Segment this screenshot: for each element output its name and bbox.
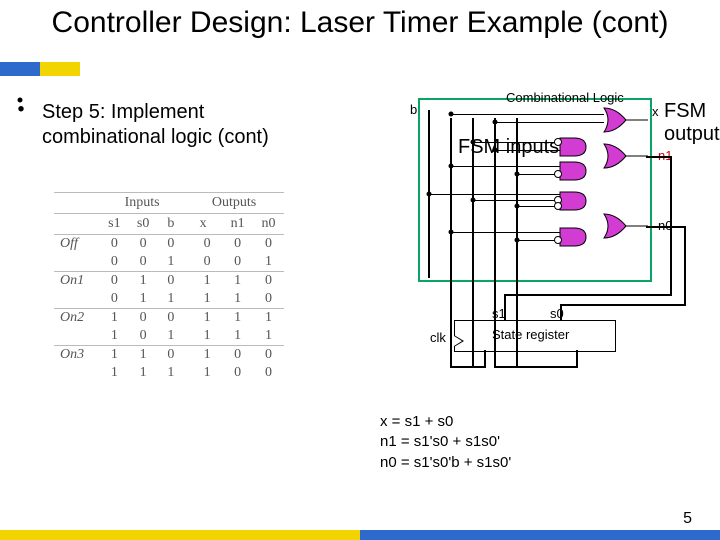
col-s0: s0 bbox=[129, 214, 158, 235]
or-gate-n0 bbox=[602, 212, 642, 238]
cell: 0 bbox=[184, 235, 222, 254]
label-fsm-outputs: FSM outputs bbox=[664, 100, 720, 146]
th-inputs: Inputs bbox=[100, 193, 184, 214]
th-outputs: Outputs bbox=[184, 193, 284, 214]
cell: 1 bbox=[129, 346, 158, 365]
cell: 1 bbox=[157, 364, 184, 382]
cell: 0 bbox=[253, 235, 284, 254]
cell: 1 bbox=[100, 364, 129, 382]
cell: 0 bbox=[100, 272, 129, 291]
col-b: b bbox=[157, 214, 184, 235]
truth-table: Inputs Outputs s1 s0 b x n1 n0 Off000000… bbox=[54, 192, 284, 382]
cell: 1 bbox=[184, 309, 222, 328]
cell: 0 bbox=[100, 290, 129, 309]
label-out-x: x bbox=[652, 104, 659, 119]
page-number: 5 bbox=[683, 510, 692, 528]
and-gate-2 bbox=[558, 160, 598, 186]
cell: 1 bbox=[253, 253, 284, 272]
bullet-step5: • Step 5: Implement combinational logic … bbox=[24, 100, 312, 150]
cell: 1 bbox=[100, 346, 129, 365]
row-state-label bbox=[54, 327, 100, 346]
cell: 0 bbox=[100, 235, 129, 254]
cell: 1 bbox=[157, 290, 184, 309]
cell: 0 bbox=[129, 253, 158, 272]
cell: 0 bbox=[157, 272, 184, 291]
cell: 0 bbox=[222, 235, 253, 254]
cell: 1 bbox=[222, 327, 253, 346]
cell: 0 bbox=[100, 253, 129, 272]
col-s1: s1 bbox=[100, 214, 129, 235]
cell: 1 bbox=[184, 346, 222, 365]
cell: 0 bbox=[157, 346, 184, 365]
eq-x: x = s1 + s0 bbox=[380, 412, 511, 432]
cell: 0 bbox=[222, 364, 253, 382]
clk-triangle-icon bbox=[454, 335, 464, 347]
cell: 0 bbox=[253, 346, 284, 365]
bullet-text: Step 5: Implement combinational logic (c… bbox=[42, 100, 312, 150]
col-n0: n0 bbox=[253, 214, 284, 235]
eq-n0: n0 = s1's0'b + s1s0' bbox=[380, 453, 511, 473]
cell: 0 bbox=[184, 253, 222, 272]
label-clk: clk bbox=[430, 330, 446, 345]
row-state-label bbox=[54, 364, 100, 382]
cell: 0 bbox=[222, 253, 253, 272]
cell: 1 bbox=[100, 327, 129, 346]
cell: 0 bbox=[253, 364, 284, 382]
and-gate-3 bbox=[558, 190, 598, 216]
and-gate-4 bbox=[558, 226, 598, 252]
cell: 0 bbox=[157, 235, 184, 254]
cell: 1 bbox=[222, 272, 253, 291]
bullet-dot: • bbox=[18, 98, 23, 103]
cell: 1 bbox=[129, 272, 158, 291]
cell: 0 bbox=[129, 235, 158, 254]
row-state-label: On1 bbox=[54, 272, 100, 291]
eq-n1: n1 = s1's0 + s1s0' bbox=[380, 432, 511, 452]
cell: 0 bbox=[253, 272, 284, 291]
row-state-label: On3 bbox=[54, 346, 100, 365]
cell: 0 bbox=[253, 290, 284, 309]
footer-stripe bbox=[0, 530, 720, 540]
cell: 1 bbox=[184, 290, 222, 309]
cell: 1 bbox=[129, 290, 158, 309]
col-x: x bbox=[184, 214, 222, 235]
row-state-label: Off bbox=[54, 235, 100, 254]
cell: 1 bbox=[184, 327, 222, 346]
cell: 0 bbox=[129, 327, 158, 346]
row-state-label: On2 bbox=[54, 309, 100, 328]
row-state-label bbox=[54, 253, 100, 272]
accent-stripe bbox=[0, 62, 80, 76]
cell: 1 bbox=[222, 309, 253, 328]
cell: 1 bbox=[253, 327, 284, 346]
cell: 1 bbox=[184, 272, 222, 291]
cell: 1 bbox=[100, 309, 129, 328]
cell: 1 bbox=[253, 309, 284, 328]
label-s1: s1 bbox=[492, 306, 506, 321]
label-state-register: State register bbox=[492, 327, 569, 342]
row-state-label bbox=[54, 290, 100, 309]
or-gate-x bbox=[602, 106, 642, 132]
or-gate-n1 bbox=[602, 142, 642, 168]
cell: 1 bbox=[157, 327, 184, 346]
equations: x = s1 + s0 n1 = s1's0 + s1s0' n0 = s1's… bbox=[380, 412, 511, 473]
cell: 0 bbox=[157, 309, 184, 328]
circuit-diagram: Combinational Logic b FSM inputs FSM out… bbox=[380, 90, 720, 390]
cell: 1 bbox=[184, 364, 222, 382]
label-s0: s0 bbox=[550, 306, 564, 321]
wire-s1 bbox=[450, 118, 452, 368]
and-gate-1 bbox=[558, 136, 598, 162]
col-n1: n1 bbox=[222, 214, 253, 235]
cell: 0 bbox=[222, 346, 253, 365]
cell: 1 bbox=[222, 290, 253, 309]
page-title: Controller Design: Laser Timer Example (… bbox=[0, 6, 720, 40]
label-input-b: b bbox=[410, 102, 417, 117]
cell: 0 bbox=[129, 309, 158, 328]
cell: 1 bbox=[157, 253, 184, 272]
label-comb-logic: Combinational Logic bbox=[506, 90, 624, 105]
cell: 1 bbox=[129, 364, 158, 382]
